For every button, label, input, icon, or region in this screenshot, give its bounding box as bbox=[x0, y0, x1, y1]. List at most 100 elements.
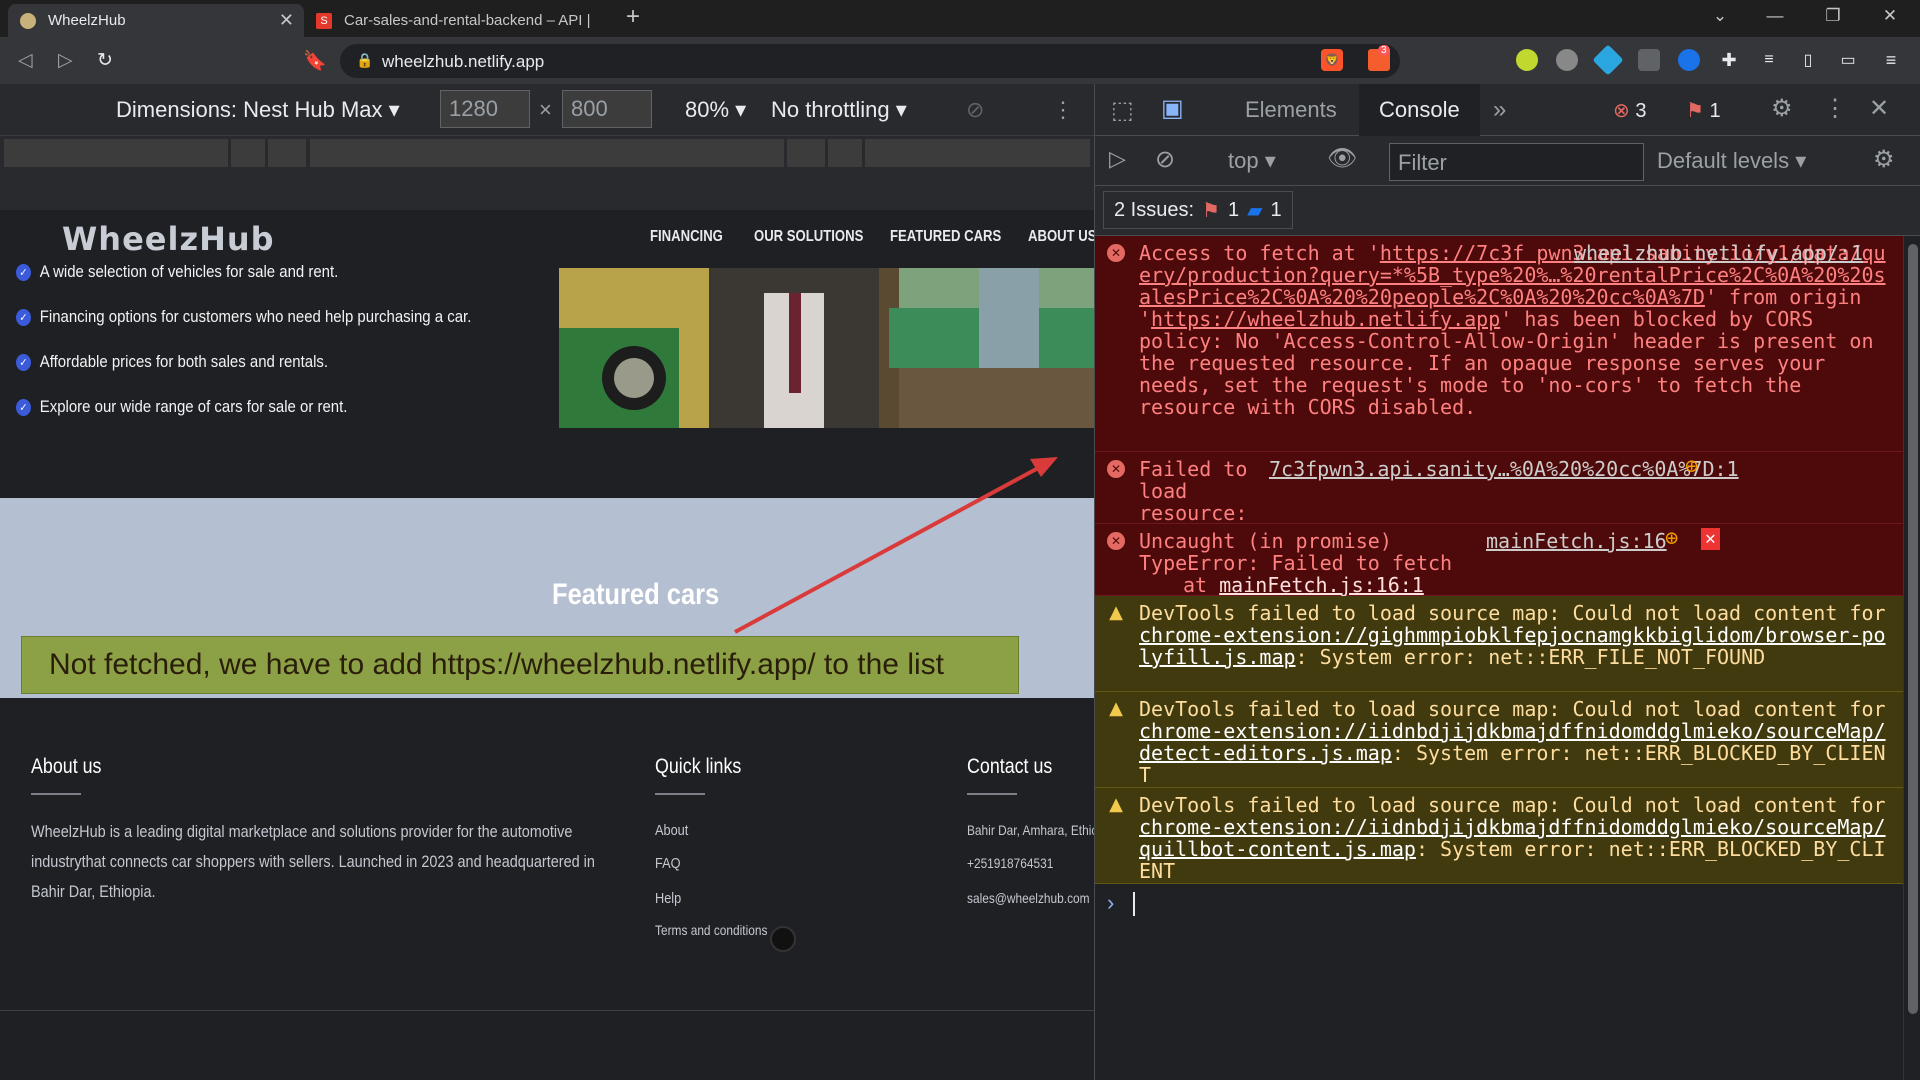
stack-frame-link[interactable]: mainFetch.js:16:1 bbox=[1219, 573, 1424, 597]
height-input[interactable]: 800 bbox=[562, 90, 652, 128]
scroll-thumb[interactable] bbox=[1908, 244, 1918, 1014]
console-toolbar: ▷ ⊘ top ▾ 👁 Filter Default levels ▾ ⚙ bbox=[1095, 136, 1920, 186]
context-select[interactable]: top ▾ bbox=[1228, 148, 1276, 174]
settings-gear-icon[interactable]: ⚙ bbox=[1771, 94, 1793, 123]
tab-wheelzhub[interactable]: WheelzHub ✕ bbox=[8, 4, 304, 37]
tab-console[interactable]: Console bbox=[1359, 84, 1480, 136]
rotate-icon[interactable]: ⊘ bbox=[966, 97, 984, 123]
sidebar-icon[interactable]: ▯ bbox=[1797, 49, 1819, 71]
throttling-value: No throttling bbox=[771, 97, 890, 122]
message-text: DevTools failed to load source map: Coul… bbox=[1139, 601, 1886, 625]
url-text: wheelzhub.netlify.app bbox=[382, 52, 545, 71]
extension-2-icon[interactable] bbox=[1556, 49, 1578, 71]
extension-1-icon[interactable] bbox=[1516, 49, 1538, 71]
console-settings-icon[interactable]: ⚙ bbox=[1873, 145, 1895, 174]
zoom-select[interactable]: 80% ▾ bbox=[685, 97, 746, 123]
source-text: 7c3fpwn3.api.sanity…%0A%20%20cc%0A%7D:1 bbox=[1269, 457, 1739, 481]
wallet-icon[interactable]: ▭ bbox=[1837, 49, 1859, 71]
console-message-warning: ▲ DevTools failed to load source map: Co… bbox=[1095, 788, 1903, 884]
close-devtools-icon[interactable]: ✕ bbox=[1869, 94, 1889, 123]
sidebar-toggle-icon[interactable]: ▷ bbox=[1109, 146, 1126, 172]
browser-menu-icon[interactable]: ≡ bbox=[1880, 49, 1902, 71]
ruler-segment[interactable] bbox=[787, 139, 825, 167]
shield-icon[interactable] bbox=[1638, 49, 1660, 71]
message-text: DevTools failed to load source map: Coul… bbox=[1139, 793, 1886, 817]
message-body: DevTools failed to load source map: Coul… bbox=[1139, 602, 1893, 668]
at-text: at bbox=[1183, 573, 1220, 597]
tab-title: WheelzHub bbox=[48, 12, 126, 29]
back-icon[interactable]: ◁ bbox=[18, 49, 33, 72]
issue-info-icon: ▰ bbox=[1247, 199, 1263, 222]
device-dimensions-select[interactable]: Dimensions: Nest Hub Max ▾ bbox=[116, 97, 400, 123]
console-message-error: ✕ Uncaught (in promise) TypeError: Faile… bbox=[1095, 524, 1903, 596]
warning-icon: ▲ bbox=[1109, 602, 1123, 623]
message-body: DevTools failed to load source map: Coul… bbox=[1139, 698, 1893, 786]
console-filter-input[interactable]: Filter bbox=[1389, 143, 1644, 181]
levels-value: Default levels bbox=[1657, 148, 1790, 173]
browser-tab-bar: WheelzHub ✕ S Car-sales-and-rental-backe… bbox=[0, 0, 1920, 37]
ruler-segment[interactable] bbox=[268, 139, 306, 167]
source-text: mainFetch.js:16 bbox=[1486, 529, 1667, 553]
reload-icon[interactable]: ↻ bbox=[97, 49, 113, 72]
ruler-segment[interactable] bbox=[865, 139, 1090, 167]
log-levels-select[interactable]: Default levels ▾ bbox=[1657, 148, 1806, 174]
issue-flag-icon: ⚑ bbox=[1686, 100, 1704, 122]
maximize-icon[interactable]: ❐ bbox=[1813, 6, 1853, 26]
annotation-arrow bbox=[734, 457, 1058, 634]
message-body: Uncaught (in promise) TypeError: Failed … bbox=[1139, 529, 1453, 575]
extension-3-icon[interactable] bbox=[1592, 44, 1624, 76]
message-source-link[interactable]: 7c3fpwn3.api.sanity…%0A%20%20cc%0A%7D:1 bbox=[1269, 458, 1739, 480]
stack-trace: at mainFetch.js:16:1 bbox=[1139, 574, 1893, 596]
origin-link[interactable]: https://wheelzhub.netlify.app bbox=[1151, 307, 1500, 331]
console-input[interactable]: › bbox=[1095, 884, 1903, 924]
inspect-element-icon[interactable]: ⬚ bbox=[1111, 96, 1134, 125]
close-tab-icon[interactable]: ✕ bbox=[279, 10, 294, 31]
network-request-icon[interactable]: ⊕ bbox=[1685, 456, 1698, 478]
error-icon: ✕ bbox=[1107, 460, 1125, 478]
error-counter[interactable]: ⊗ 3 bbox=[1613, 98, 1646, 123]
message-text: : System error: net::ERR_FILE_NOT_FOUND bbox=[1295, 645, 1766, 669]
ruler-segment[interactable] bbox=[231, 139, 265, 167]
clear-console-icon[interactable]: ⊘ bbox=[1155, 145, 1175, 174]
message-source-link[interactable]: mainFetch.js:16 bbox=[1486, 530, 1667, 552]
device-toggle-icon[interactable]: ▣ bbox=[1161, 94, 1184, 123]
tab-search-icon[interactable]: ⌄ bbox=[1700, 6, 1740, 26]
network-request-icon[interactable]: ⊕ bbox=[1665, 528, 1678, 550]
ai-explain-icon[interactable]: ✕ bbox=[1701, 528, 1720, 550]
devtools-panel: ⬚ ▣ Elements Console » ⊗ 3 ⚑ 1 ⚙ ⋮ ✕ ▷ ⊘… bbox=[1094, 84, 1920, 1080]
reading-list-icon[interactable]: ≡ bbox=[1758, 49, 1780, 71]
device-label: Dimensions: Nest Hub Max bbox=[116, 97, 383, 122]
tab-sanity[interactable]: S Car-sales-and-rental-backend – API | S bbox=[304, 4, 604, 37]
address-toolbar: ◁ ▷ ↻ 🔖 🔒 wheelzhub.netlify.app ⇪ 🦁 3 ✚ … bbox=[0, 37, 1920, 84]
device-toolbar: Dimensions: Nest Hub Max ▾ 1280 × 800 80… bbox=[0, 84, 1094, 136]
ruler-segment[interactable] bbox=[4, 139, 228, 167]
source-text: wheelzhub.netlify.app/:1 bbox=[1574, 241, 1863, 265]
console-scrollbar[interactable] bbox=[1903, 236, 1920, 1080]
puzzle-extensions-icon[interactable]: ✚ bbox=[1718, 49, 1740, 71]
bookmark-icon[interactable]: 🔖 bbox=[303, 49, 327, 73]
close-window-icon[interactable]: ✕ bbox=[1870, 6, 1910, 26]
dimension-times: × bbox=[539, 97, 552, 122]
sanity-favicon-icon: S bbox=[316, 12, 332, 29]
forward-icon[interactable]: ▷ bbox=[58, 49, 73, 72]
text-caret bbox=[1133, 892, 1135, 916]
issues-button[interactable]: 2 Issues: ⚑ 1 ▰ 1 bbox=[1103, 191, 1293, 229]
throttling-select[interactable]: No throttling ▾ bbox=[771, 97, 907, 123]
message-source-link[interactable]: wheelzhub.netlify.app/:1 bbox=[1574, 242, 1863, 264]
brave-shield-icon[interactable]: 🦁 bbox=[1321, 49, 1343, 71]
ruler-segment[interactable] bbox=[310, 139, 784, 167]
more-tabs-icon[interactable]: » bbox=[1493, 96, 1506, 124]
ruler-segment[interactable] bbox=[828, 139, 862, 167]
device-menu-icon[interactable]: ⋮ bbox=[1052, 97, 1074, 123]
new-tab-icon[interactable]: + bbox=[613, 3, 653, 31]
omnibox[interactable]: 🔒 wheelzhub.netlify.app ⇪ bbox=[340, 44, 1400, 78]
tab-elements[interactable]: Elements bbox=[1225, 84, 1357, 136]
devtools-menu-icon[interactable]: ⋮ bbox=[1823, 94, 1847, 123]
minimize-icon[interactable]: — bbox=[1755, 6, 1795, 26]
width-input[interactable]: 1280 bbox=[440, 90, 530, 128]
issue-counter[interactable]: ⚑ 1 bbox=[1686, 98, 1721, 123]
chrome-ext-icon[interactable] bbox=[1678, 49, 1700, 71]
live-expression-eye-icon[interactable]: 👁 bbox=[1327, 144, 1357, 173]
console-message-error: ✕ wheelzhub.netlify.app/:1 Access to fet… bbox=[1095, 236, 1903, 452]
console-message-error: ✕ Failed to load resource: net::ERR_FAIL… bbox=[1095, 452, 1903, 546]
